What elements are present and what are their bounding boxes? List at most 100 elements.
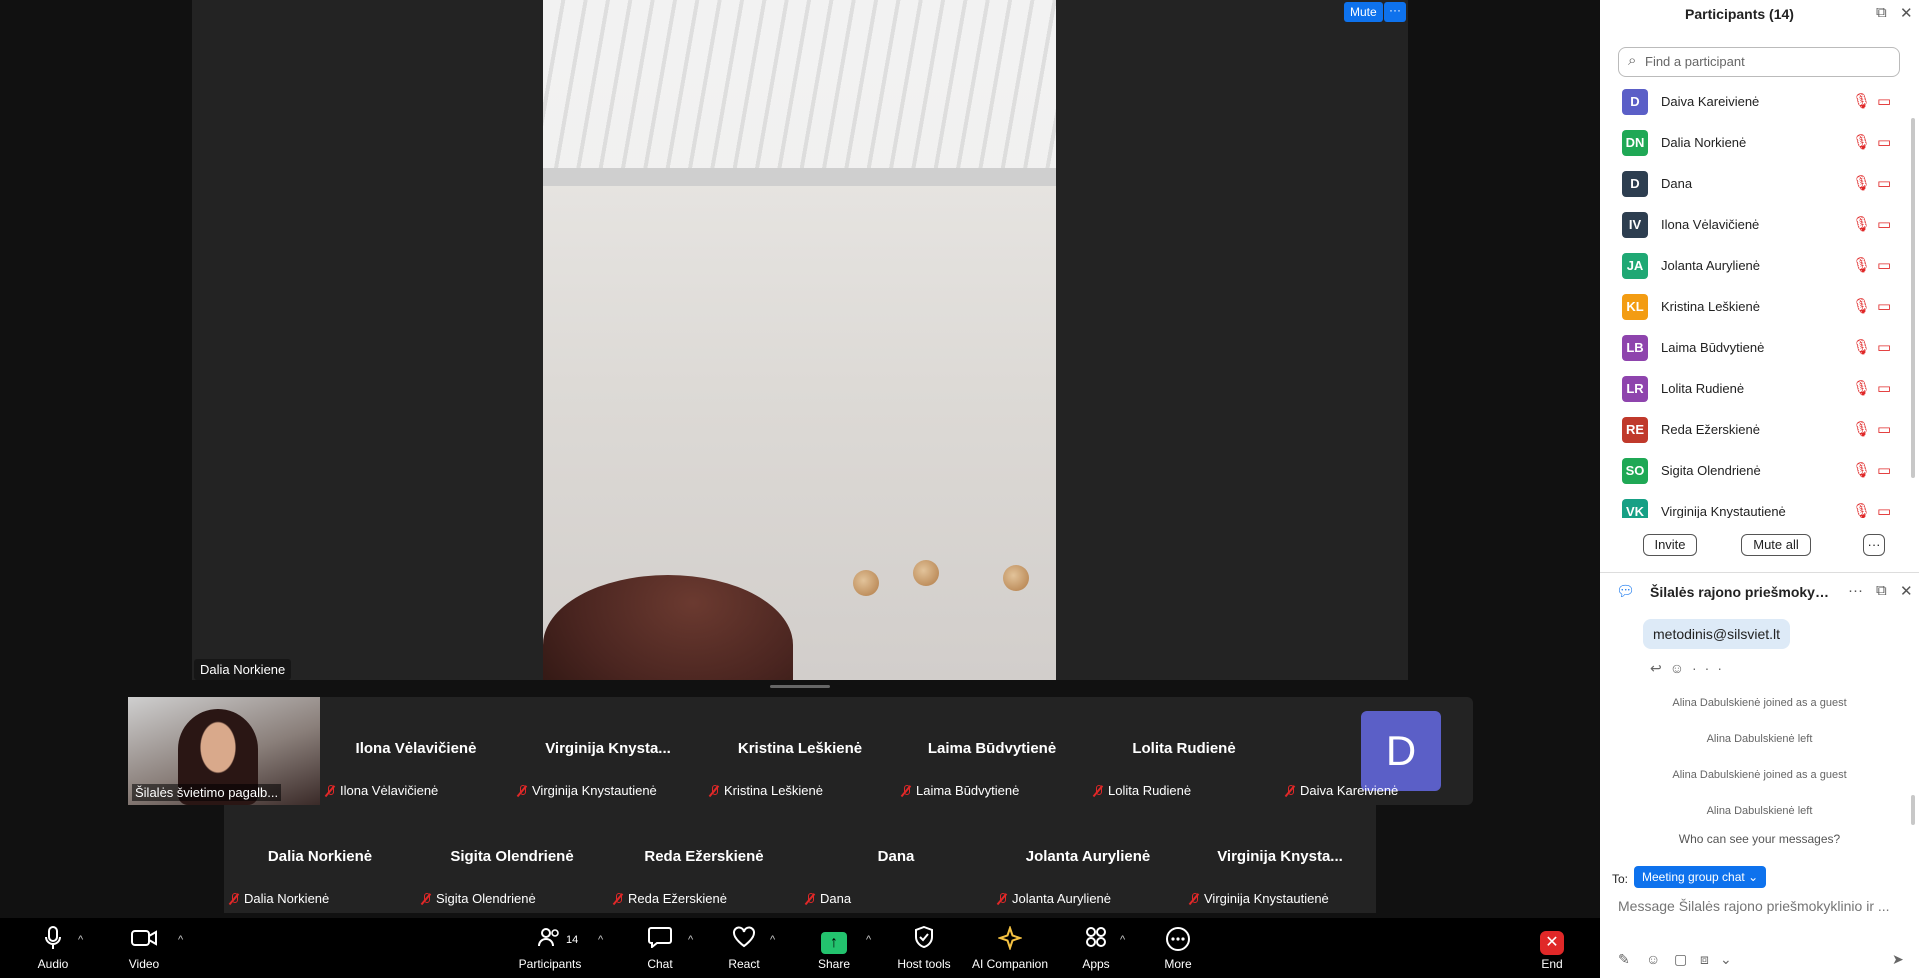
self-view-tile[interactable]: Šilalės švietimo pagalb... xyxy=(128,697,320,805)
participant-search-input[interactable]: Find a participant xyxy=(1618,47,1900,77)
participant-name: Kristina Leškienė xyxy=(1661,299,1760,314)
participant-row[interactable]: IV Ilona Vėlavičienė 🎙︎▭ xyxy=(1600,205,1910,246)
participant-row[interactable]: DN Dalia Norkienė 🎙︎▭ xyxy=(1600,123,1910,164)
audio-button[interactable]: Audio xyxy=(33,926,73,971)
mic-muted-icon xyxy=(1188,892,1200,905)
end-meeting-button[interactable]: ✕ End xyxy=(1536,926,1568,971)
mute-all-button[interactable]: Mute all xyxy=(1741,534,1811,556)
tile-name-large: Kristina Leškienė xyxy=(737,740,863,757)
participant-row[interactable]: LB Laima Būdvytienė 🎙︎▭ xyxy=(1600,328,1910,369)
chat-more-icon[interactable]: ··· xyxy=(1848,582,1863,599)
muted-status-icons: 🎙︎▭ xyxy=(1852,339,1898,356)
muted-status-icons: 🎙︎▭ xyxy=(1852,257,1898,274)
close-icon[interactable]: ✕ xyxy=(1900,582,1913,600)
invite-button[interactable]: Invite xyxy=(1643,534,1697,556)
message-actions[interactable]: ↩☺··· xyxy=(1650,660,1730,677)
person-head-image xyxy=(543,575,793,680)
apps-options-chevron-icon[interactable]: ^ xyxy=(1120,934,1125,946)
gallery-tile[interactable]: Sigita Olendrienė Sigita Olendrienė xyxy=(416,805,608,913)
send-icon[interactable]: ➤ xyxy=(1892,951,1904,968)
avatar: KL xyxy=(1622,294,1648,320)
gallery-tile[interactable]: Virginija Knysta... Virginija Knystautie… xyxy=(512,697,704,805)
gallery-tile[interactable]: Virginija Knysta... Virginija Knystautie… xyxy=(1184,805,1376,913)
participants-button[interactable]: Participants xyxy=(518,926,582,971)
gallery-tile-avatar[interactable]: D Daiva Kareivienė xyxy=(1280,697,1472,805)
participant-row[interactable]: D Dana 🎙︎▭ xyxy=(1600,164,1910,205)
resize-handle[interactable] xyxy=(770,685,830,688)
react-options-chevron-icon[interactable]: ^ xyxy=(770,934,775,946)
avatar: SO xyxy=(1622,458,1648,484)
sparkle-icon xyxy=(968,924,1052,954)
chevron-down-icon[interactable]: ⌄ xyxy=(1720,951,1732,968)
gallery-tile[interactable]: Lolita Rudienė Lolita Rudienė xyxy=(1088,697,1280,805)
chat-options-chevron-icon[interactable]: ^ xyxy=(688,934,693,946)
muted-status-icons: 🎙︎▭ xyxy=(1852,216,1898,233)
meeting-toolbar xyxy=(0,918,1600,978)
avatar: VK xyxy=(1622,499,1648,518)
chat-message-input[interactable] xyxy=(1618,898,1908,914)
participant-list-scrollbar[interactable] xyxy=(1911,118,1915,478)
gallery-tile[interactable]: Jolanta Aurylienė Jolanta Aurylienė xyxy=(992,805,1184,913)
participant-name: Reda Ežerskienė xyxy=(1661,422,1760,437)
ai-companion-button[interactable]: AI Companion xyxy=(968,924,1052,971)
participant-name: Dalia Norkienė xyxy=(1661,135,1747,150)
audio-options-chevron-icon[interactable]: ^ xyxy=(78,934,83,946)
participant-row[interactable]: SO Sigita Olendrienė 🎙︎▭ xyxy=(1600,451,1910,492)
participant-row[interactable]: LR Lolita Rudienė 🎙︎▭ xyxy=(1600,369,1910,410)
participant-name: Laima Būdvytienė xyxy=(1661,340,1765,355)
participant-row[interactable]: RE Reda Ežerskienė 🎙︎▭ xyxy=(1600,410,1910,451)
pop-out-icon[interactable]: ⧉ xyxy=(1876,4,1887,21)
emoji-icon[interactable]: ☺ xyxy=(1646,951,1660,967)
mic-muted-icon xyxy=(1092,784,1104,797)
participant-row[interactable]: KL Kristina Leškienė 🎙︎▭ xyxy=(1600,287,1910,328)
chat-scrollbar[interactable] xyxy=(1911,795,1915,825)
apps-button[interactable]: Apps xyxy=(1076,926,1116,971)
avatar: D xyxy=(1622,89,1648,115)
react-button[interactable]: React xyxy=(724,926,764,971)
share-options-chevron-icon[interactable]: ^ xyxy=(866,934,871,946)
who-can-see-link[interactable]: Who can see your messages? xyxy=(1600,832,1919,846)
gallery-tile[interactable]: Ilona Vėlavičienė Ilona Vėlavičienė xyxy=(320,697,512,805)
tile-name-tag: Dalia Norkienė xyxy=(228,891,329,906)
share-button[interactable]: ↑ Share xyxy=(814,926,854,971)
gallery-tile[interactable]: Kristina Leškienė Kristina Leškienė xyxy=(704,697,896,805)
pop-out-icon[interactable]: ⧉ xyxy=(1876,582,1887,599)
avatar: RE xyxy=(1622,417,1648,443)
avatar: LR xyxy=(1622,376,1648,402)
format-text-icon[interactable]: ✎ xyxy=(1618,951,1630,968)
muted-status-icons: 🎙︎▭ xyxy=(1852,421,1898,438)
tile-name-large: Reda Ežerskienė xyxy=(644,848,764,865)
video-more-button[interactable]: ··· xyxy=(1384,2,1406,22)
tile-name-large: Lolita Rudienė xyxy=(1132,740,1236,757)
participant-name: Jolanta Aurylienė xyxy=(1661,258,1761,273)
participants-more-button[interactable]: ··· xyxy=(1863,534,1885,556)
participant-name: Lolita Rudienė xyxy=(1661,381,1745,396)
screenshot-icon[interactable]: ⧈ xyxy=(1700,951,1709,968)
more-button[interactable]: More xyxy=(1158,926,1198,971)
host-tools-button[interactable]: Host tools xyxy=(894,925,954,971)
participants-options-chevron-icon[interactable]: ^ xyxy=(598,934,603,946)
blind-edge-image xyxy=(543,168,1056,186)
participant-row[interactable]: D Daiva Kareivienė 🎙︎▭ xyxy=(1600,82,1910,123)
participant-row[interactable]: VK Virginija Knystautienė 🎙︎▭ xyxy=(1600,492,1910,518)
close-icon[interactable]: ✕ xyxy=(1900,4,1913,22)
chat-bubble-icon xyxy=(640,926,680,954)
video-options-chevron-icon[interactable]: ^ xyxy=(178,934,183,946)
recipient-dropdown[interactable]: Meeting group chat ⌄ xyxy=(1634,866,1767,888)
tile-name-tag: Kristina Leškienė xyxy=(708,783,823,798)
gallery-tile[interactable]: Laima Būdvytienė Laima Būdvytienė xyxy=(896,697,1088,805)
participants-count-badge: 14 xyxy=(566,934,579,946)
mute-participant-button[interactable]: Mute xyxy=(1344,2,1383,22)
file-icon[interactable]: ▢ xyxy=(1674,951,1687,968)
tile-name-tag: Virginija Knystautienė xyxy=(1188,891,1329,906)
gallery-tile[interactable]: Dalia Norkienė Dalia Norkienė xyxy=(224,805,416,913)
gallery-tile[interactable]: Dana Dana xyxy=(800,805,992,913)
chat-button[interactable]: Chat xyxy=(640,926,680,971)
participant-row[interactable]: JA Jolanta Aurylienė 🎙︎▭ xyxy=(1600,246,1910,287)
chat-message-bubble[interactable]: metodinis@silsviet.lt xyxy=(1643,619,1791,649)
muted-status-icons: 🎙︎▭ xyxy=(1852,175,1898,192)
system-message: Alina Dabulskienė joined as a guest xyxy=(1672,697,1847,709)
video-button[interactable]: Video xyxy=(124,926,164,971)
participant-name: Ilona Vėlavičienė xyxy=(1661,217,1760,232)
gallery-tile[interactable]: Reda Ežerskienė Reda Ežerskienė xyxy=(608,805,800,913)
